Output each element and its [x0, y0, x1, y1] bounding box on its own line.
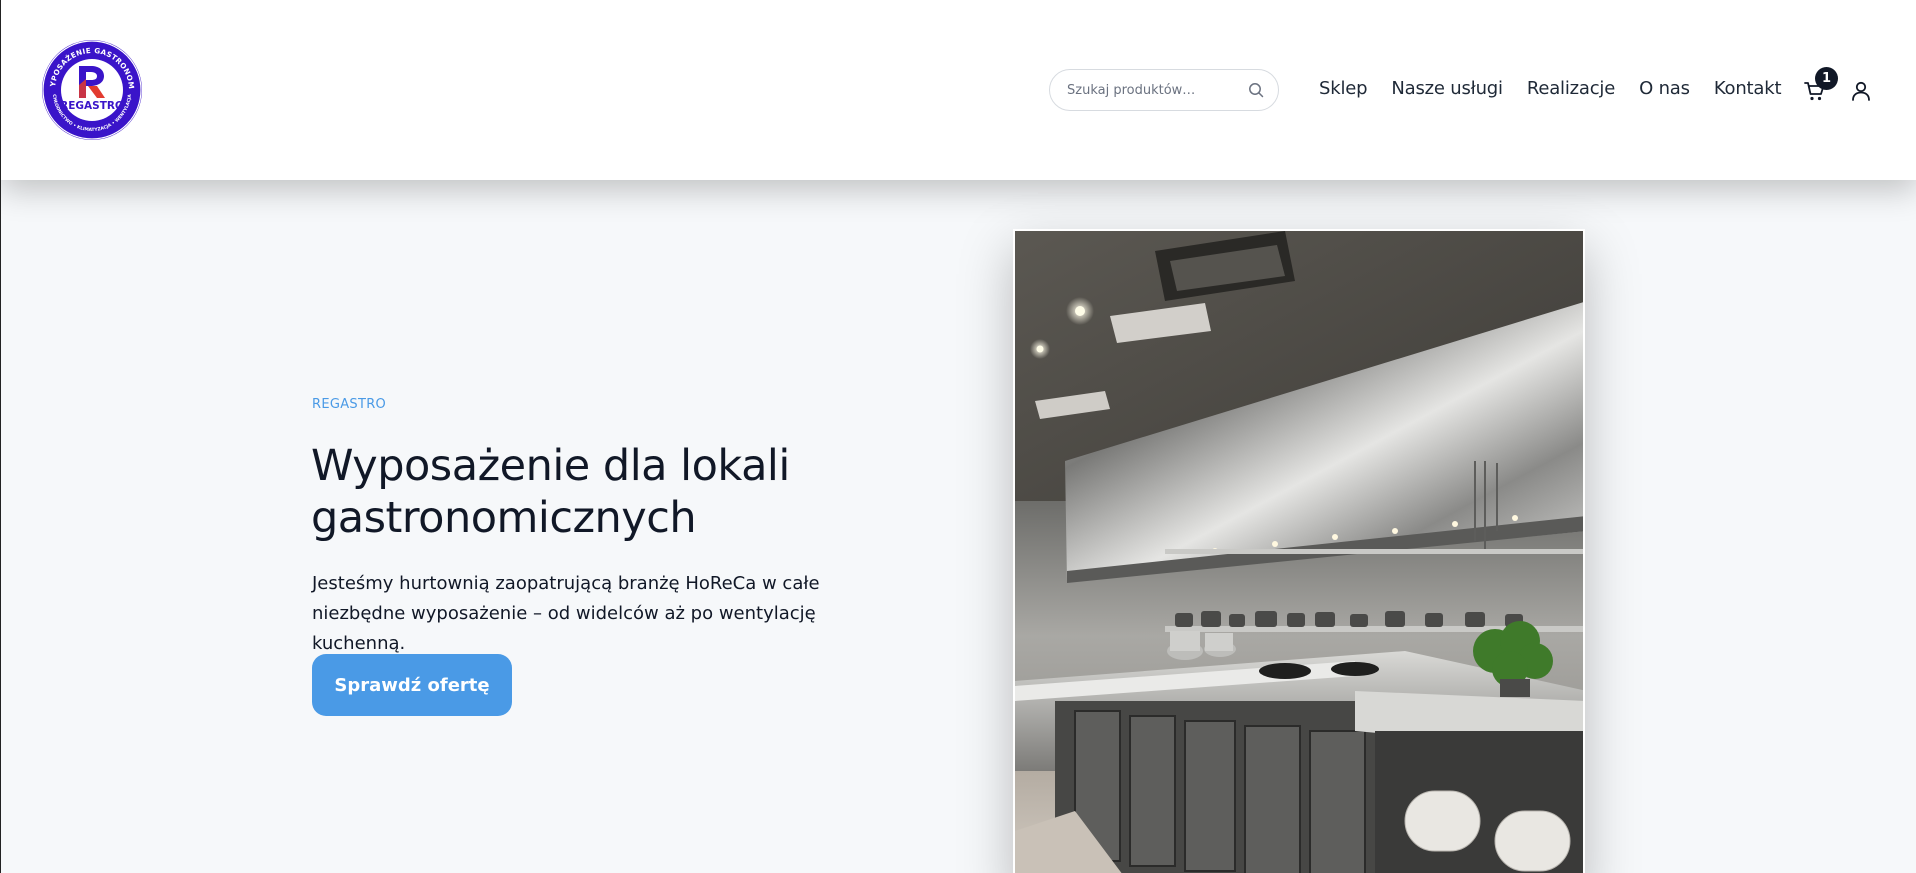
cart-count-badge: 1 [1815, 67, 1838, 90]
nav-item-sklep[interactable]: Sklep [1319, 78, 1368, 102]
page: WYPOSAŻENIE GASTRONOMII CHŁODNICTWO • KL… [0, 0, 1916, 873]
nav-item-o-nas[interactable]: O nas [1639, 78, 1690, 102]
search-box[interactable] [1049, 69, 1279, 111]
user-icon[interactable] [1849, 79, 1873, 103]
hero-description: Jesteśmy hurtownią zaopatrującą branżę H… [312, 573, 820, 654]
svg-text:REGASTRO: REGASTRO [60, 100, 124, 112]
check-offer-button[interactable]: Sprawdź ofertę [312, 654, 512, 716]
hero-title: Wyposażenie dla lokali gastronomicznych [311, 441, 790, 543]
search-input[interactable] [1067, 82, 1247, 98]
nav-item-kontakt[interactable]: Kontakt [1714, 78, 1782, 102]
hero-kitchen-image [1013, 229, 1585, 873]
search-icon[interactable] [1247, 82, 1264, 99]
nav-item-nasze-uslugi[interactable]: Nasze usługi [1391, 78, 1503, 102]
main-nav: Sklep Nasze usługi Realizacje O nas Kont… [1319, 78, 1782, 102]
nav-item-realizacje[interactable]: Realizacje [1527, 78, 1615, 102]
hero-eyebrow: REGASTRO [312, 397, 387, 412]
site-header: WYPOSAŻENIE GASTRONOMII CHŁODNICTWO • KL… [1, 0, 1916, 180]
site-logo[interactable]: WYPOSAŻENIE GASTRONOMII CHŁODNICTWO • KL… [37, 32, 143, 141]
